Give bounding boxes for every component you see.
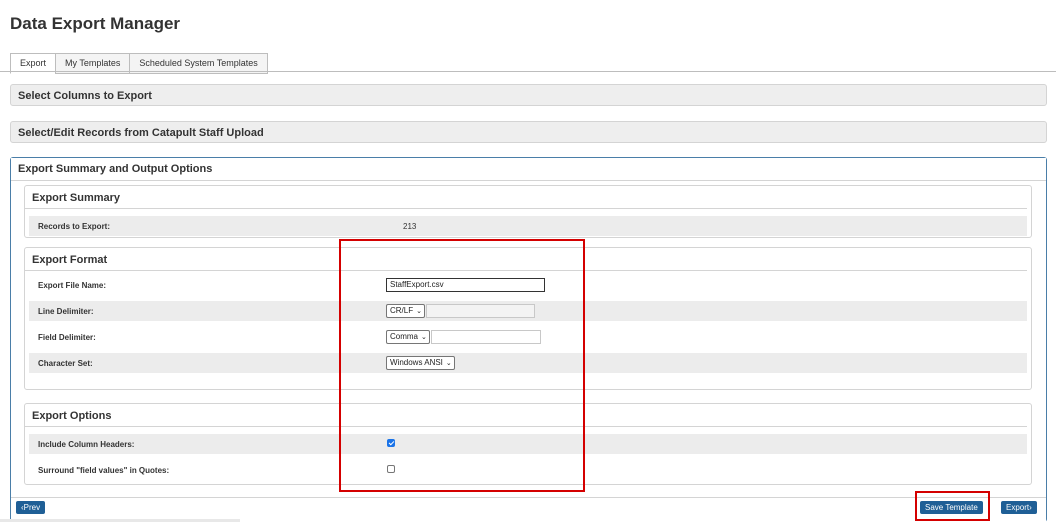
export-options-title: Export Options bbox=[25, 404, 1027, 427]
include-column-headers-checkbox[interactable] bbox=[387, 439, 395, 447]
panel-export-summary-output-title[interactable]: Export Summary and Output Options bbox=[11, 158, 1046, 181]
chevron-right-icon: › bbox=[1029, 503, 1032, 512]
include-column-headers-label: Include Column Headers: bbox=[38, 440, 135, 449]
records-to-export-value: 213 bbox=[403, 222, 417, 231]
chevron-down-icon: ⌄ bbox=[421, 334, 427, 341]
save-template-button[interactable]: Save Template bbox=[920, 501, 983, 514]
field-delimiter-label: Field Delimiter: bbox=[38, 333, 96, 342]
panel-select-records[interactable]: Select/Edit Records from Catapult Staff … bbox=[10, 121, 1047, 143]
surround-quotes-label: Surround "field values" in Quotes: bbox=[38, 466, 170, 475]
line-delimiter-select[interactable]: CR/LF ⌄ bbox=[386, 304, 425, 318]
tabs-divider bbox=[0, 71, 1056, 72]
character-set-row: Character Set: Windows ANSI ⌄ bbox=[29, 353, 1027, 373]
panel-select-columns[interactable]: Select Columns to Export bbox=[10, 84, 1047, 106]
include-column-headers-row: Include Column Headers: bbox=[29, 434, 1027, 454]
export-file-name-row: Export File Name: bbox=[29, 275, 1027, 295]
line-delimiter-custom-input[interactable] bbox=[426, 304, 535, 318]
export-options-section: Export Options Include Column Headers: S… bbox=[24, 403, 1032, 485]
chevron-down-icon: ⌄ bbox=[445, 360, 452, 367]
field-delimiter-custom-input[interactable] bbox=[430, 330, 541, 344]
character-set-label: Character Set: bbox=[38, 359, 93, 368]
export-button[interactable]: Export› bbox=[1001, 501, 1037, 514]
export-file-name-label: Export File Name: bbox=[38, 281, 107, 290]
surround-quotes-row: Surround "field values" in Quotes: bbox=[29, 460, 1027, 480]
field-delimiter-row: Field Delimiter: Comma ⌄ bbox=[29, 327, 1027, 347]
records-to-export-row: Records to Export: 213 bbox=[29, 216, 1027, 236]
field-delimiter-select[interactable]: Comma ⌄ bbox=[386, 330, 430, 344]
character-set-select[interactable]: Windows ANSI ⌄ bbox=[386, 356, 455, 370]
export-summary-section: Export Summary Records to Export: 213 bbox=[24, 185, 1032, 238]
export-format-title: Export Format bbox=[25, 248, 1027, 271]
line-delimiter-label: Line Delimiter: bbox=[38, 307, 94, 316]
panel-export-summary-output: Export Summary and Output Options Export… bbox=[10, 157, 1047, 522]
export-summary-title: Export Summary bbox=[25, 186, 1027, 209]
prev-button[interactable]: ‹Prev bbox=[16, 501, 46, 514]
surround-quotes-checkbox[interactable] bbox=[387, 465, 395, 473]
export-format-section: Export Format Export File Name: Line Del… bbox=[24, 247, 1032, 390]
page-title: Data Export Manager bbox=[10, 14, 181, 33]
records-to-export-label: Records to Export: bbox=[38, 222, 111, 231]
export-file-name-input[interactable] bbox=[386, 278, 545, 292]
line-delimiter-row: Line Delimiter: CR/LF ⌄ bbox=[29, 301, 1027, 321]
chevron-down-icon: ⌄ bbox=[416, 308, 422, 315]
